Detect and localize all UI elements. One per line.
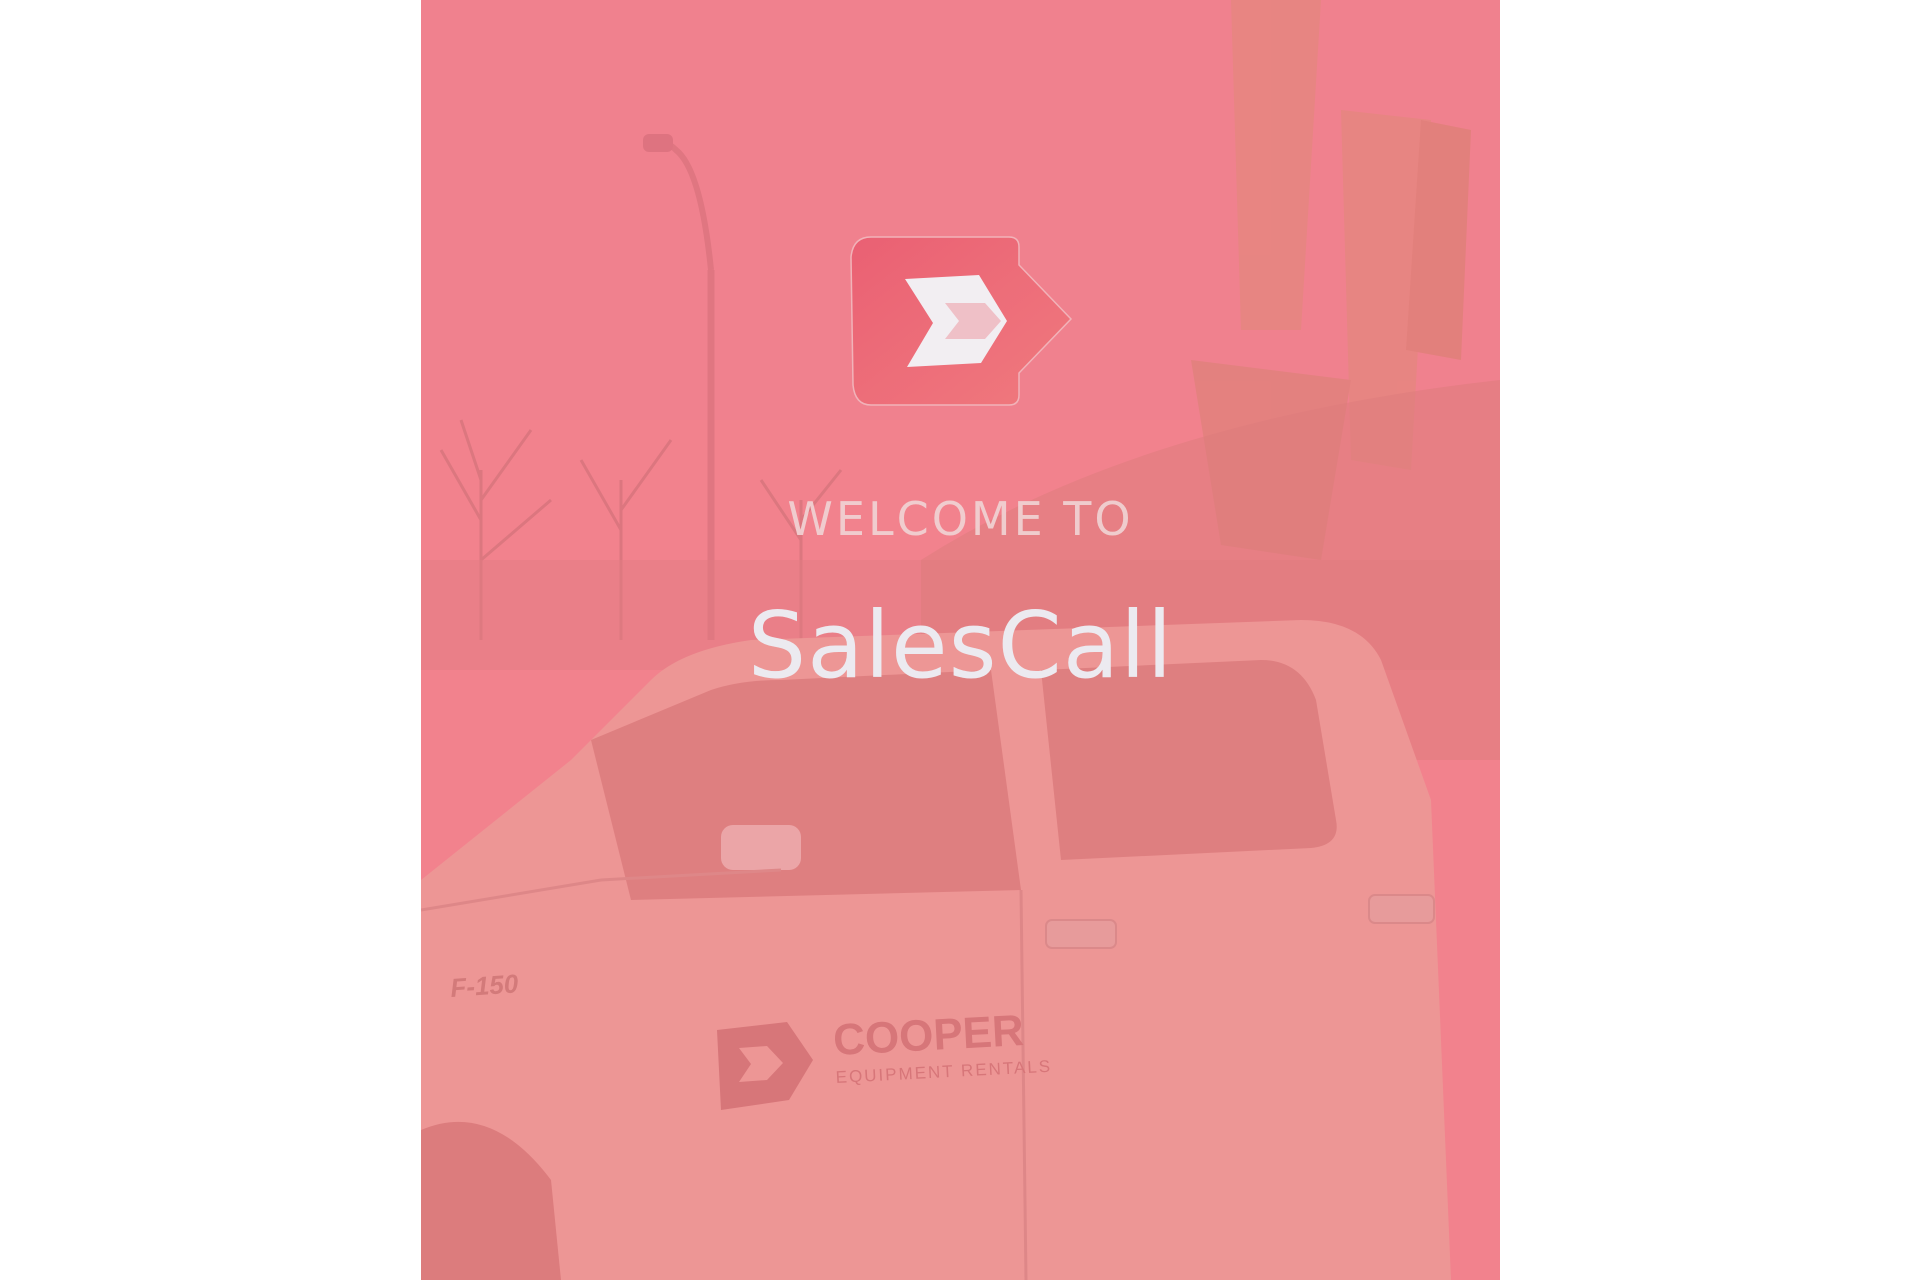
splash-screen: COOPER EQUIPMENT RENTALS F-150 WELCOME T… — [421, 0, 1500, 1280]
cooper-arrow-logo-icon — [850, 236, 1073, 406]
welcome-heading: WELCOME TO — [787, 492, 1134, 546]
app-name-title: SalesCall — [747, 592, 1174, 699]
